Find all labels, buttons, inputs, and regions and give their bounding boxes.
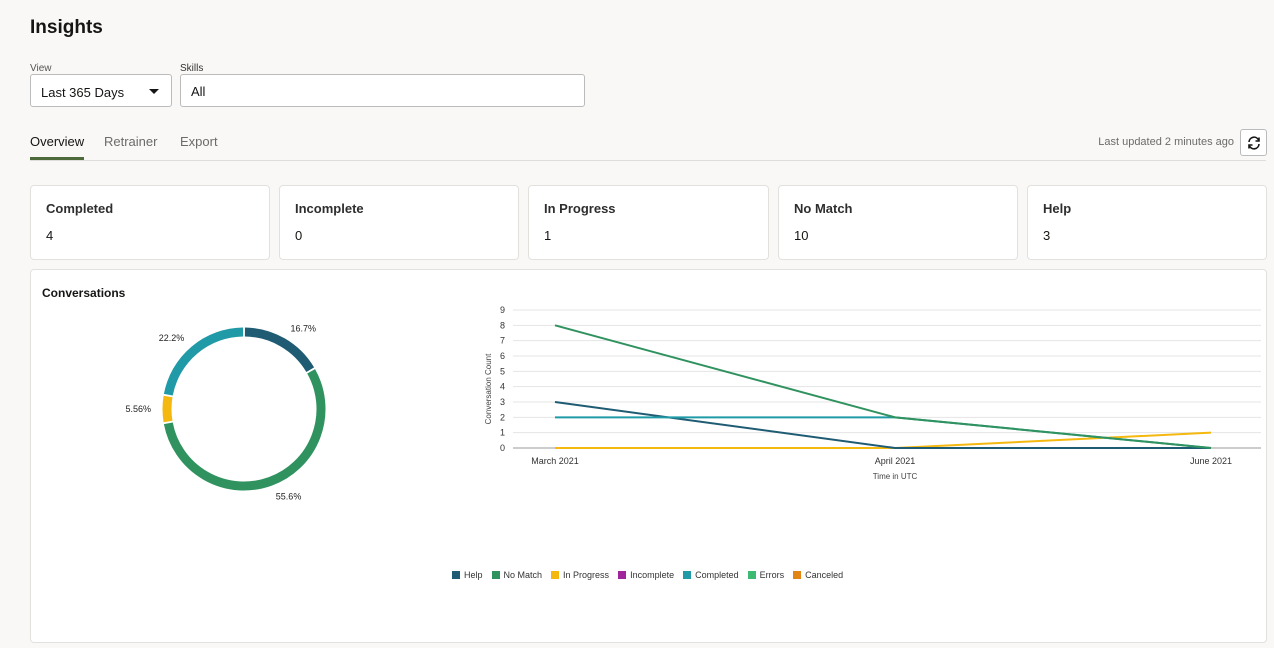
y-tick-label: 0 xyxy=(500,443,505,453)
legend-swatch xyxy=(618,571,627,579)
tab-export[interactable]: Export xyxy=(180,134,218,149)
card-label: No Match xyxy=(794,201,853,216)
x-tick-label: March 2021 xyxy=(531,456,579,466)
legend-label: Help xyxy=(464,570,483,580)
y-tick-label: 7 xyxy=(500,336,505,346)
donut-slice-label: 16.7% xyxy=(291,323,317,333)
line-chart: 0 1 2 3 4 5 6 7 8 9 March 2021 April 2021 June 2021 T… xyxy=(484,305,1261,481)
x-tick-label: April 2021 xyxy=(875,456,916,466)
card-help[interactable]: Help 3 xyxy=(1027,185,1267,260)
y-tick-label: 4 xyxy=(500,382,505,392)
card-no-match[interactable]: No Match 10 xyxy=(778,185,1018,260)
donut-slice-label: 22.2% xyxy=(159,333,185,343)
y-tick-label: 1 xyxy=(500,428,505,438)
legend-item[interactable]: Incomplete xyxy=(618,570,674,580)
skills-value: All xyxy=(191,84,206,99)
legend-item[interactable]: No Match xyxy=(491,570,543,580)
last-updated-text: Last updated 2 minutes ago xyxy=(1098,136,1234,148)
card-value: 3 xyxy=(1043,228,1051,243)
legend-item[interactable]: Errors xyxy=(747,570,785,580)
conversations-panel: Conversations 16.7% 55.6% 5.56% 22.2% 0 1 2 3 4… xyxy=(30,269,1267,643)
y-tick-label: 8 xyxy=(500,320,505,330)
page-title: Insights xyxy=(30,17,103,38)
donut-chart: 16.7% 55.6% 5.56% 22.2% xyxy=(125,323,326,501)
chevron-down-icon xyxy=(149,89,159,94)
donut-slice xyxy=(162,395,173,423)
card-value: 10 xyxy=(794,228,809,243)
chart-legend: Help No Match In Progress Incomplete Complet… xyxy=(452,570,843,580)
skills-label: Skills xyxy=(180,63,204,74)
card-label: Incomplete xyxy=(295,201,364,216)
legend-swatch xyxy=(551,571,560,579)
donut-slice xyxy=(244,327,315,373)
tab-bar: Overview Retrainer Export xyxy=(30,134,1266,161)
legend-item[interactable]: Help xyxy=(452,570,483,580)
legend-label: Canceled xyxy=(805,570,844,580)
legend-swatch xyxy=(793,571,802,579)
y-tick-label: 6 xyxy=(500,351,505,361)
card-label: In Progress xyxy=(544,201,616,216)
legend-label: Incomplete xyxy=(630,570,675,580)
y-tick-label: 5 xyxy=(500,366,505,376)
refresh-icon xyxy=(1247,135,1260,150)
y-tick-label: 2 xyxy=(500,412,505,422)
refresh-button[interactable] xyxy=(1240,129,1267,156)
card-incomplete[interactable]: Incomplete 0 xyxy=(279,185,519,260)
y-tick-label: 9 xyxy=(500,305,505,315)
panel-title: Conversations xyxy=(42,286,126,300)
view-label: View xyxy=(30,63,52,74)
legend-item[interactable]: Completed xyxy=(683,570,739,580)
legend-swatch xyxy=(452,571,460,579)
legend-label: Errors xyxy=(759,570,785,580)
legend-item[interactable]: Canceled xyxy=(793,570,843,580)
y-axis-title: Conversation Count xyxy=(484,353,493,424)
donut-slice-label: 5.56% xyxy=(125,404,151,414)
card-label: Completed xyxy=(46,201,114,216)
card-value: 1 xyxy=(544,228,552,243)
series-line-help xyxy=(554,401,1211,449)
legend-label: Completed xyxy=(695,570,739,580)
card-value: 0 xyxy=(295,228,303,243)
tab-retrainer[interactable]: Retrainer xyxy=(104,134,157,149)
legend-item[interactable]: In Progress xyxy=(551,570,609,580)
card-label: Help xyxy=(1043,201,1072,216)
tab-overview[interactable]: Overview xyxy=(30,134,85,160)
card-in-progress[interactable]: In Progress 1 xyxy=(528,185,769,260)
legend-swatch xyxy=(683,571,692,579)
legend-label: No Match xyxy=(503,570,543,580)
skills-input[interactable]: All xyxy=(180,74,585,107)
legend-label: In Progress xyxy=(563,570,610,580)
x-axis-title: Time in UTC xyxy=(873,472,918,481)
view-select-value: Last 365 Days xyxy=(41,85,125,100)
legend-swatch xyxy=(747,571,756,579)
card-completed[interactable]: Completed 4 xyxy=(30,185,270,260)
x-tick-label: June 2021 xyxy=(1190,456,1232,466)
card-value: 4 xyxy=(46,228,54,243)
y-tick-label: 3 xyxy=(500,397,505,407)
view-select[interactable]: Last 365 Days xyxy=(30,74,172,107)
donut-slice xyxy=(163,369,326,491)
legend-swatch xyxy=(491,571,500,579)
donut-slice-label: 55.6% xyxy=(276,491,302,501)
